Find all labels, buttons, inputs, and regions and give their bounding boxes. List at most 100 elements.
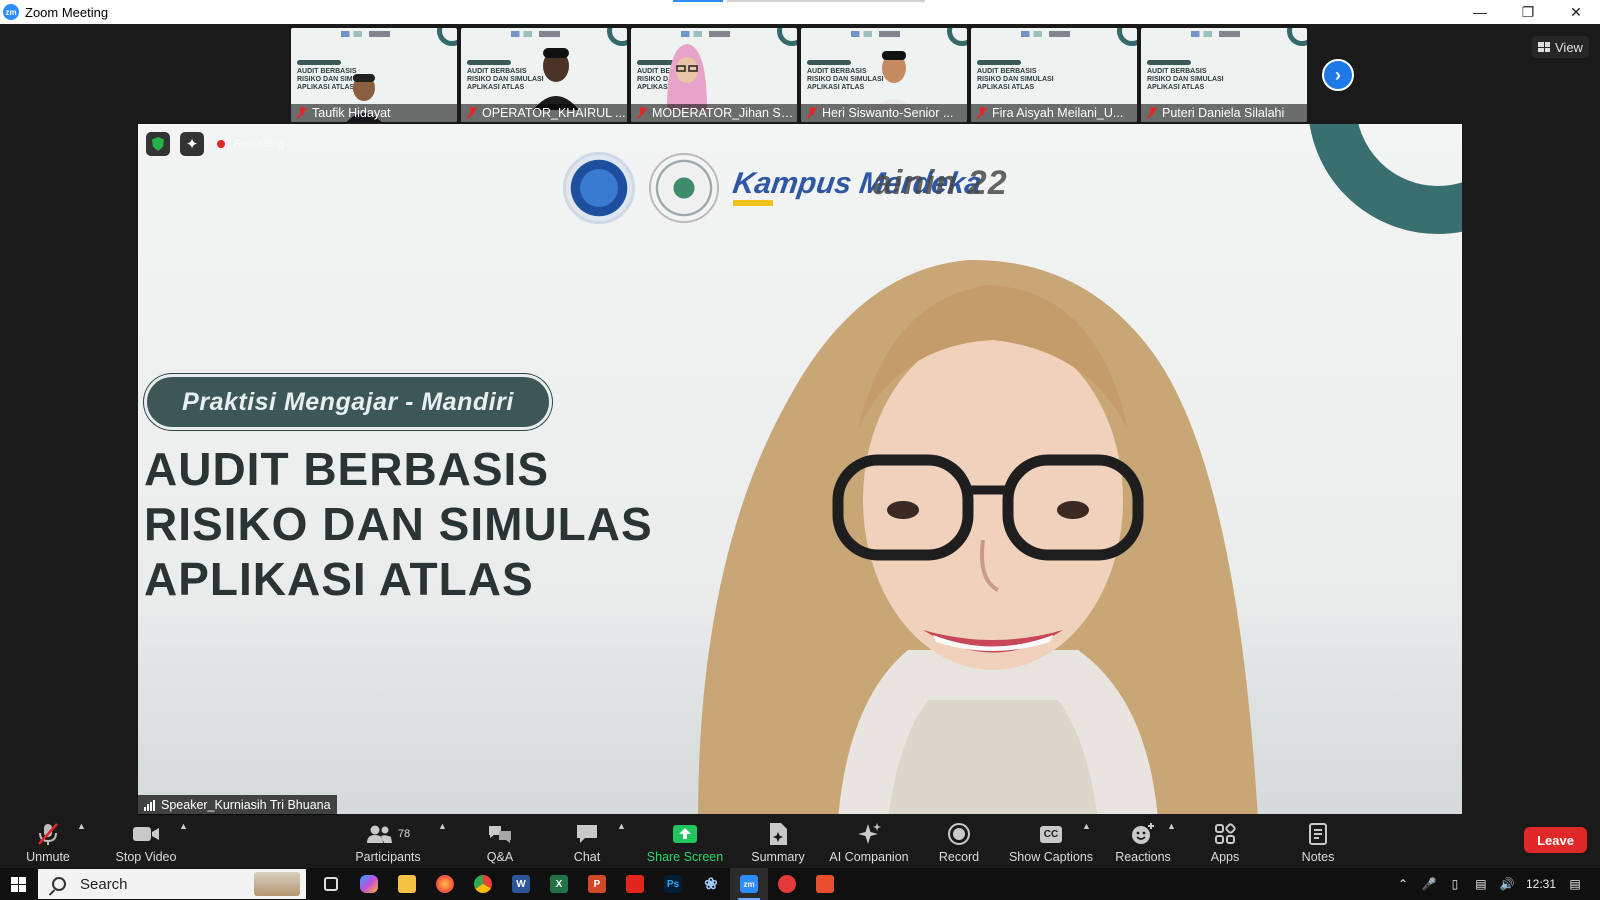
windows-taskbar: Search W X P Ps ❀ zm ⌃ 🎤 ▯ ▤ 🔊 12:31 ▤ bbox=[0, 868, 1600, 900]
firefox-button[interactable] bbox=[426, 868, 464, 900]
powerpoint-button[interactable]: P bbox=[578, 868, 616, 900]
mic-muted-icon bbox=[807, 107, 817, 119]
share-screen-label: Share Screen bbox=[646, 850, 724, 864]
microphone-tray-icon[interactable]: 🎤 bbox=[1422, 877, 1437, 891]
qa-icon bbox=[487, 821, 513, 847]
record-label: Record bbox=[938, 850, 980, 864]
participant-name: MODERATOR_Jihan Sa... bbox=[652, 106, 797, 120]
participant-thumbnail[interactable]: AUDIT BERBASIS RISIKO DAN SIMULASI APLIK… bbox=[801, 28, 967, 122]
video-options-caret-icon[interactable]: ▲ bbox=[179, 821, 188, 831]
acrobat-button[interactable] bbox=[616, 868, 654, 900]
app-swirl-button[interactable]: ❀ bbox=[692, 868, 730, 900]
windows-start-button[interactable] bbox=[0, 868, 36, 900]
slide-subtitle-pill: Praktisi Mengajar - Mandiri bbox=[144, 374, 552, 430]
participant-name: Fira Aisyah Meilani_U... bbox=[992, 106, 1124, 120]
participant-thumbnail[interactable]: AUDIT BERBASIS RISIKO DAN SIMU APLIKASI … bbox=[631, 28, 797, 122]
taskbar-clock[interactable]: 12:31 bbox=[1526, 877, 1556, 891]
photoshop-button[interactable]: Ps bbox=[654, 868, 692, 900]
participant-name-bar: Fira Aisyah Meilani_U... bbox=[971, 104, 1137, 122]
slide-pill bbox=[467, 60, 511, 65]
captions-options-caret-icon[interactable]: ▲ bbox=[1082, 821, 1091, 831]
participants-button[interactable]: 78 Participants bbox=[352, 815, 424, 868]
view-button[interactable]: View bbox=[1532, 36, 1589, 58]
speaker-person-video bbox=[698, 259, 1258, 814]
slide-logos bbox=[1021, 31, 1091, 37]
shield-icon bbox=[152, 137, 164, 151]
chat-bubble-icon bbox=[575, 821, 599, 847]
red-app-button[interactable] bbox=[768, 868, 806, 900]
chat-options-caret-icon[interactable]: ▲ bbox=[617, 821, 626, 831]
recording-icon bbox=[214, 137, 228, 151]
word-button[interactable]: W bbox=[502, 868, 540, 900]
search-icon bbox=[52, 877, 66, 891]
restore-button[interactable]: ❐ bbox=[1504, 0, 1552, 24]
summary-button[interactable]: Summary bbox=[748, 815, 808, 868]
participant-thumbnail[interactable]: AUDIT BERBASIS RISIKO DAN SIMULASI APLIK… bbox=[971, 28, 1137, 122]
task-view-icon bbox=[324, 877, 338, 891]
swirl-app-icon: ❀ bbox=[704, 876, 718, 893]
notes-button[interactable]: Notes bbox=[1298, 815, 1338, 868]
ai-companion-badge[interactable]: ✦ bbox=[180, 132, 204, 156]
firefox-icon bbox=[436, 875, 454, 893]
notifications-icon[interactable]: ▤ bbox=[1568, 877, 1582, 891]
title-drag-indicator bbox=[673, 0, 925, 2]
network-icon[interactable]: ▤ bbox=[1474, 877, 1488, 891]
reactions-button[interactable]: Reactions bbox=[1114, 815, 1172, 868]
meeting-status-badges: ✦ Recording bbox=[146, 132, 284, 156]
slide-pill bbox=[807, 60, 851, 65]
zoom-taskbar-button[interactable]: zm bbox=[730, 868, 768, 900]
participant-name-bar: OPERATOR_KHAIRUL ... bbox=[461, 104, 627, 122]
slide-arc-decoration bbox=[1287, 28, 1307, 46]
chat-button[interactable]: Chat bbox=[567, 815, 607, 868]
participant-name-bar: Heri Siswanto-Senior ... bbox=[801, 104, 967, 122]
copilot-button[interactable] bbox=[350, 868, 388, 900]
record-icon bbox=[947, 821, 971, 847]
summary-label: Summary bbox=[751, 850, 805, 864]
participant-name: OPERATOR_KHAIRUL ... bbox=[482, 106, 626, 120]
microphone-muted-icon bbox=[37, 821, 59, 847]
participant-name-bar: MODERATOR_Jihan Sa... bbox=[631, 104, 797, 122]
audio-options-caret-icon[interactable]: ▲ bbox=[77, 821, 86, 831]
qa-button[interactable]: Q&A bbox=[480, 815, 520, 868]
excel-button[interactable]: X bbox=[540, 868, 578, 900]
participant-name-bar: Puteri Daniela Silalahi bbox=[1141, 104, 1307, 122]
ai-companion-button[interactable]: AI Companion bbox=[826, 815, 912, 868]
slide-pill bbox=[977, 60, 1021, 65]
participant-thumbnail[interactable]: AUDIT BERBASIS RISIKO DAN SIMULASI APLIK… bbox=[461, 28, 627, 122]
participant-thumbnail[interactable]: AUDIT BERBASIS RISIKO DAN SIMULASI APLIK… bbox=[1141, 28, 1307, 122]
slide-title: AUDIT BERBASIS RISIKO DAN SIMULAS APLIKASI… bbox=[144, 442, 653, 607]
mic-muted-icon bbox=[637, 107, 647, 119]
battery-icon[interactable]: ▯ bbox=[1448, 877, 1462, 891]
slide-title-mini: AUDIT BERBASIS RISIKO DAN SIMULASI APLIK… bbox=[1147, 68, 1224, 91]
chevron-up-icon[interactable]: ⌃ bbox=[1396, 877, 1410, 891]
recording-label: Recording bbox=[234, 138, 285, 150]
participants-options-caret-icon[interactable]: ▲ bbox=[438, 821, 447, 831]
active-speaker-video[interactable]: Kampus Merdeka ainin 22 ✦ Recording Prak… bbox=[138, 124, 1462, 814]
stop-video-button[interactable]: Stop Video bbox=[112, 815, 180, 868]
participant-video bbox=[871, 51, 917, 112]
apps-button[interactable]: Apps bbox=[1207, 815, 1243, 868]
record-button[interactable]: Record bbox=[935, 815, 983, 868]
close-button[interactable]: ✕ bbox=[1552, 0, 1600, 24]
participant-thumbnail[interactable]: AUDIT BERBASIS RISIKO DAN SIMU APLIKASI … bbox=[291, 28, 457, 122]
volume-icon[interactable]: 🔊 bbox=[1500, 877, 1515, 891]
chrome-button[interactable] bbox=[464, 868, 502, 900]
share-screen-icon bbox=[672, 821, 698, 847]
reactions-options-caret-icon[interactable]: ▲ bbox=[1167, 821, 1176, 831]
notes-icon bbox=[1308, 821, 1328, 847]
taskbar-search-box[interactable]: Search bbox=[38, 869, 306, 899]
qa-label: Q&A bbox=[486, 850, 514, 864]
slide-title-mini: AUDIT BERBASIS RISIKO DAN SIMULASI APLIK… bbox=[977, 68, 1054, 91]
participant-video bbox=[533, 48, 579, 110]
orange-app-button[interactable] bbox=[806, 868, 844, 900]
slide-title-line: AUDIT BERBASIS bbox=[144, 443, 550, 495]
minimize-button[interactable]: — bbox=[1456, 0, 1504, 24]
slide-logos bbox=[1191, 31, 1261, 37]
task-view-button[interactable] bbox=[312, 868, 350, 900]
encryption-badge[interactable] bbox=[146, 132, 170, 156]
next-page-button[interactable]: › bbox=[1322, 59, 1354, 91]
share-screen-button[interactable]: Share Screen bbox=[647, 815, 723, 868]
leave-button[interactable]: Leave bbox=[1524, 827, 1587, 853]
unmute-button[interactable]: Unmute bbox=[22, 815, 74, 868]
file-explorer-button[interactable] bbox=[388, 868, 426, 900]
